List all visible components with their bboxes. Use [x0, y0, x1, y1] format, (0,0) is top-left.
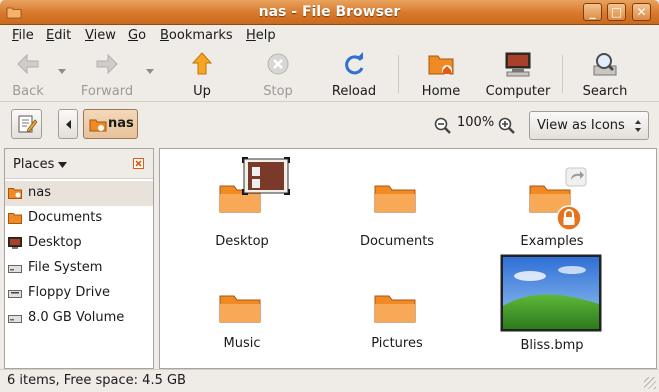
drive-icon: [8, 315, 22, 323]
forward-button[interactable]: Forward: [78, 51, 136, 99]
menu-bar: File Edit View Go Bookmarks Help: [0, 25, 659, 47]
path-scroll-left-button[interactable]: [58, 109, 78, 139]
sidebar-item-floppy-drive[interactable]: Floppy Drive: [5, 281, 153, 306]
file-item-documents[interactable]: Documents: [337, 157, 457, 249]
reload-icon: [345, 52, 364, 75]
back-button[interactable]: Back: [8, 51, 48, 99]
menu-go[interactable]: Go: [128, 28, 146, 43]
toolbar: Back Forward Up Stop Reload Home Compute…: [0, 47, 659, 102]
menu-bookmarks[interactable]: Bookmarks: [160, 28, 233, 43]
spin-arrows-icon: [635, 120, 641, 132]
triangle-down-icon: [58, 162, 68, 168]
drive-icon: [8, 265, 22, 273]
close-button[interactable]: ✕: [632, 3, 651, 21]
menu-file[interactable]: File: [12, 28, 34, 43]
file-item-bliss-bmp[interactable]: Bliss.bmp: [492, 253, 612, 357]
close-sidebar-icon[interactable]: [133, 158, 144, 169]
zoom-level[interactable]: 100%: [457, 115, 494, 130]
sidebar-item-desktop[interactable]: Desktop: [5, 231, 153, 256]
sidebar-header: Places: [5, 149, 153, 179]
home-folder-icon: [89, 119, 107, 132]
computer-button[interactable]: Computer: [484, 51, 552, 99]
home-button[interactable]: Home: [418, 51, 464, 99]
home-folder-icon: [428, 55, 454, 75]
desktop-thumbnail-icon: [242, 157, 290, 195]
file-icon-view[interactable]: Desktop Documents Examples Music Picture…: [159, 148, 657, 369]
sidebar-item-file-system[interactable]: File System: [5, 256, 153, 281]
reload-button[interactable]: Reload: [330, 51, 378, 99]
file-item-examples[interactable]: Examples: [492, 157, 612, 249]
up-button[interactable]: Up: [182, 51, 222, 99]
search-button[interactable]: Search: [580, 51, 630, 99]
maximize-button[interactable]: □: [607, 3, 626, 21]
arrow-right-icon: [96, 53, 118, 75]
folder-icon: [8, 213, 22, 224]
status-bar: 6 items, Free space: 4.5 GB: [0, 369, 659, 392]
stop-button[interactable]: Stop: [258, 51, 298, 99]
back-history-arrow[interactable]: [58, 69, 66, 74]
menu-help[interactable]: Help: [246, 28, 276, 43]
title-bar[interactable]: nas - File Browser _ □ ✕: [0, 0, 659, 25]
chevron-left-icon: [66, 120, 71, 129]
arrow-up-icon: [191, 52, 213, 75]
window-title: nas - File Browser: [258, 4, 401, 20]
symlink-emblem-icon: [565, 167, 587, 187]
file-item-desktop[interactable]: Desktop: [182, 157, 302, 249]
status-text: 6 items, Free space: 4.5 GB: [7, 373, 186, 388]
desktop-icon: [8, 237, 22, 249]
zoom-in-icon[interactable]: [498, 117, 516, 135]
resize-grip[interactable]: [644, 377, 656, 389]
home-folder-icon: [8, 188, 22, 199]
minimize-button[interactable]: _: [583, 3, 602, 21]
floppy-icon: [8, 290, 22, 298]
folder-icon: [374, 295, 416, 323]
menu-view[interactable]: View: [85, 28, 116, 43]
toolbar-separator: [562, 55, 563, 93]
edit-location-icon: [18, 115, 37, 133]
folder-icon: [219, 295, 261, 323]
view-mode-select[interactable]: View as Icons: [529, 111, 649, 140]
places-sidebar: Places nas Documents Desktop File System…: [4, 148, 154, 369]
path-button-nas[interactable]: nas: [83, 109, 138, 139]
file-item-music[interactable]: Music: [182, 257, 302, 357]
sidebar-item-volume[interactable]: 8.0 GB Volume: [5, 306, 153, 331]
toggle-location-button[interactable]: [11, 109, 42, 139]
places-dropdown[interactable]: Places: [13, 157, 68, 172]
toolbar-separator: [398, 55, 399, 93]
zoom-out-icon[interactable]: [434, 117, 452, 135]
stop-icon: [267, 53, 289, 75]
search-icon: [593, 53, 617, 76]
sidebar-item-nas[interactable]: nas: [5, 181, 153, 206]
menu-edit[interactable]: Edit: [46, 28, 71, 43]
sidebar-item-documents[interactable]: Documents: [5, 206, 153, 231]
file-item-pictures[interactable]: Pictures: [337, 257, 457, 357]
lock-emblem-icon: [556, 205, 582, 231]
forward-history-arrow[interactable]: [146, 69, 154, 74]
image-thumbnail-icon: [500, 254, 602, 332]
folder-icon: [374, 185, 416, 213]
arrow-left-icon: [17, 53, 39, 75]
computer-icon: [505, 52, 531, 77]
